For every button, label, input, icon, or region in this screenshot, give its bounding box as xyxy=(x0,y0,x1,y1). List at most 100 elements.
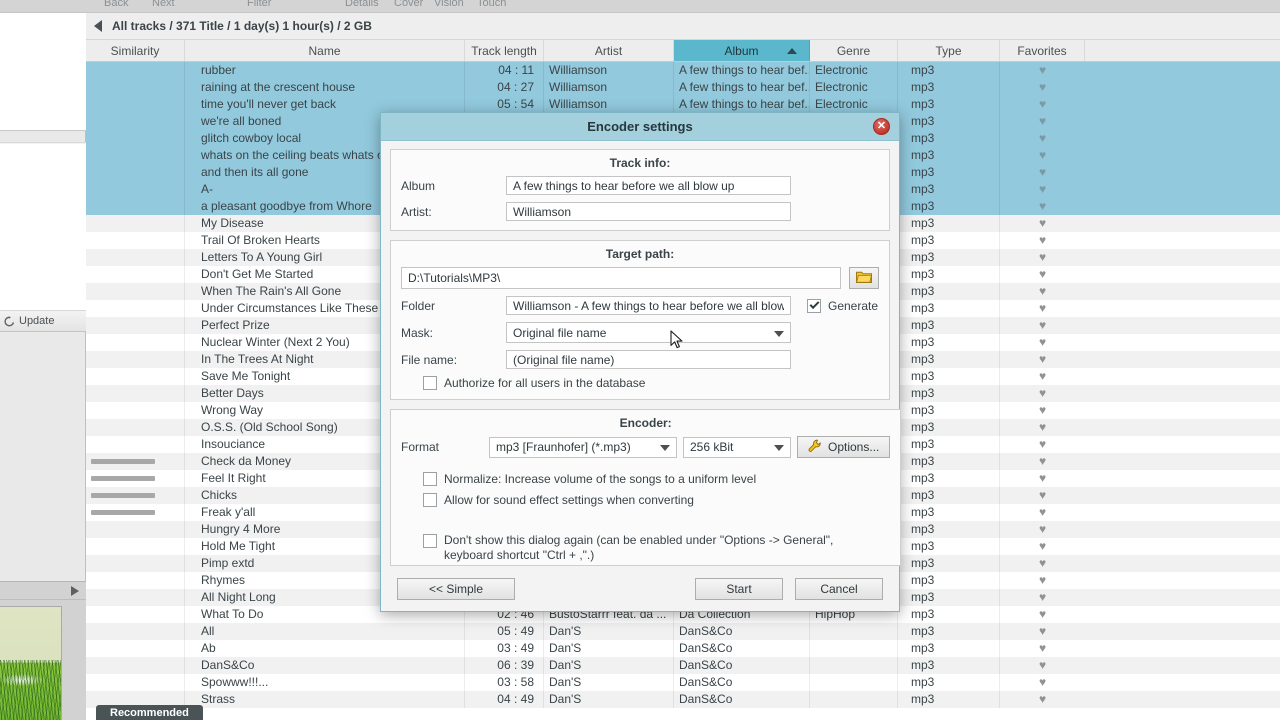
generate-checkbox[interactable] xyxy=(807,298,821,313)
cell-favorites[interactable]: ♥ xyxy=(1000,334,1085,351)
album-input[interactable] xyxy=(506,176,791,195)
mask-select[interactable]: Original file name xyxy=(506,322,791,343)
normalize-checkbox[interactable] xyxy=(423,472,437,486)
column-header-genre[interactable]: Genre xyxy=(810,40,898,61)
heart-icon[interactable]: ♥ xyxy=(1039,165,1046,179)
cell-favorites[interactable]: ♥ xyxy=(1000,164,1085,181)
cell-favorites[interactable]: ♥ xyxy=(1000,436,1085,453)
heart-icon[interactable]: ♥ xyxy=(1039,522,1046,536)
column-header-album[interactable]: Album xyxy=(674,40,810,61)
cell-favorites[interactable]: ♥ xyxy=(1000,674,1085,691)
table-row[interactable]: Ab 03 : 49 Dan'S DanS&Co mp3 ♥ xyxy=(86,640,1280,657)
heart-icon[interactable]: ♥ xyxy=(1039,607,1046,621)
cell-favorites[interactable]: ♥ xyxy=(1000,419,1085,436)
table-row[interactable]: All 05 : 49 Dan'S DanS&Co mp3 ♥ xyxy=(86,623,1280,640)
heart-icon[interactable]: ♥ xyxy=(1039,97,1046,111)
heart-icon[interactable]: ♥ xyxy=(1039,63,1046,77)
heart-icon[interactable]: ♥ xyxy=(1039,250,1046,264)
heart-icon[interactable]: ♥ xyxy=(1039,386,1046,400)
column-header-type[interactable]: Type xyxy=(898,40,1000,61)
heart-icon[interactable]: ♥ xyxy=(1039,284,1046,298)
heart-icon[interactable]: ♥ xyxy=(1039,488,1046,502)
cell-favorites[interactable]: ♥ xyxy=(1000,487,1085,504)
browse-folder-button[interactable] xyxy=(849,267,879,289)
cell-favorites[interactable]: ♥ xyxy=(1000,470,1085,487)
update-button-2[interactable]: Update xyxy=(0,310,86,332)
table-row[interactable]: Spowww!!!... 03 : 58 Dan'S DanS&Co mp3 ♥ xyxy=(86,674,1280,691)
table-row[interactable]: rubber 04 : 11 Williamson A few things to h… xyxy=(86,62,1280,79)
cell-favorites[interactable]: ♥ xyxy=(1000,589,1085,606)
toolbar-item-next[interactable]: Next xyxy=(152,0,175,9)
cell-favorites[interactable]: ♥ xyxy=(1000,640,1085,657)
cell-favorites[interactable]: ♥ xyxy=(1000,283,1085,300)
close-icon[interactable]: ✕ xyxy=(873,118,890,135)
heart-icon[interactable]: ♥ xyxy=(1039,267,1046,281)
heart-icon[interactable]: ♥ xyxy=(1039,131,1046,145)
start-button[interactable]: Start xyxy=(695,578,783,600)
cancel-button[interactable]: Cancel xyxy=(795,578,883,600)
cell-favorites[interactable]: ♥ xyxy=(1000,521,1085,538)
file-name-input[interactable] xyxy=(506,350,791,369)
heart-icon[interactable]: ♥ xyxy=(1039,692,1046,706)
heart-icon[interactable]: ♥ xyxy=(1039,318,1046,332)
format-select[interactable]: mp3 [Fraunhofer] (*.mp3) xyxy=(489,436,677,458)
heart-icon[interactable]: ♥ xyxy=(1039,182,1046,196)
heart-icon[interactable]: ♥ xyxy=(1039,624,1046,638)
cell-favorites[interactable]: ♥ xyxy=(1000,130,1085,147)
heart-icon[interactable]: ♥ xyxy=(1039,471,1046,485)
column-header-artist[interactable]: Artist xyxy=(544,40,674,61)
heart-icon[interactable]: ♥ xyxy=(1039,148,1046,162)
toolbar-item-cover[interactable]: Cover xyxy=(394,0,423,9)
cell-favorites[interactable]: ♥ xyxy=(1000,351,1085,368)
play-triangle-icon[interactable] xyxy=(71,586,79,596)
cell-favorites[interactable]: ♥ xyxy=(1000,215,1085,232)
table-row[interactable]: DanS&Co 06 : 39 Dan'S DanS&Co mp3 ♥ xyxy=(86,657,1280,674)
column-header-name[interactable]: Name xyxy=(185,40,465,61)
heart-icon[interactable]: ♥ xyxy=(1039,301,1046,315)
heart-icon[interactable]: ♥ xyxy=(1039,675,1046,689)
heart-icon[interactable]: ♥ xyxy=(1039,233,1046,247)
cell-favorites[interactable]: ♥ xyxy=(1000,623,1085,640)
cell-favorites[interactable]: ♥ xyxy=(1000,606,1085,623)
heart-icon[interactable]: ♥ xyxy=(1039,641,1046,655)
cell-favorites[interactable]: ♥ xyxy=(1000,572,1085,589)
toolbar-item-back[interactable]: Back xyxy=(104,0,128,9)
heart-icon[interactable]: ♥ xyxy=(1039,420,1046,434)
heart-icon[interactable]: ♥ xyxy=(1039,573,1046,587)
simple-button[interactable]: << Simple xyxy=(397,578,515,600)
heart-icon[interactable]: ♥ xyxy=(1039,437,1046,451)
cell-favorites[interactable]: ♥ xyxy=(1000,300,1085,317)
cell-favorites[interactable]: ♥ xyxy=(1000,504,1085,521)
table-row[interactable]: raining at the crescent house 04 : 27 Will… xyxy=(86,79,1280,96)
heart-icon[interactable]: ♥ xyxy=(1039,539,1046,553)
cell-favorites[interactable]: ♥ xyxy=(1000,453,1085,470)
cell-favorites[interactable]: ♥ xyxy=(1000,147,1085,164)
cell-favorites[interactable]: ♥ xyxy=(1000,181,1085,198)
cell-favorites[interactable]: ♥ xyxy=(1000,62,1085,79)
heart-icon[interactable]: ♥ xyxy=(1039,216,1046,230)
recommended-tab[interactable]: Recommended xyxy=(96,705,203,720)
cell-favorites[interactable]: ♥ xyxy=(1000,538,1085,555)
cell-favorites[interactable]: ♥ xyxy=(1000,113,1085,130)
column-header-track_length[interactable]: Track length xyxy=(465,40,544,61)
heart-icon[interactable]: ♥ xyxy=(1039,556,1046,570)
column-header-similarity[interactable]: Similarity xyxy=(86,40,185,61)
folder-input[interactable] xyxy=(506,296,791,315)
cell-favorites[interactable]: ♥ xyxy=(1000,232,1085,249)
heart-icon[interactable]: ♥ xyxy=(1039,590,1046,604)
cell-favorites[interactable]: ♥ xyxy=(1000,385,1085,402)
heart-icon[interactable]: ♥ xyxy=(1039,335,1046,349)
toolbar-item-filter[interactable]: Filter xyxy=(247,0,271,9)
heart-icon[interactable]: ♥ xyxy=(1039,369,1046,383)
album-cover-thumbnail[interactable] xyxy=(0,606,62,720)
toolbar-item-details[interactable]: Details xyxy=(345,0,379,9)
cell-favorites[interactable]: ♥ xyxy=(1000,249,1085,266)
heart-icon[interactable]: ♥ xyxy=(1039,505,1046,519)
cell-favorites[interactable]: ♥ xyxy=(1000,79,1085,96)
cell-favorites[interactable]: ♥ xyxy=(1000,555,1085,572)
cell-favorites[interactable]: ♥ xyxy=(1000,402,1085,419)
cell-favorites[interactable]: ♥ xyxy=(1000,368,1085,385)
artist-input[interactable] xyxy=(506,202,791,221)
back-arrow-icon[interactable] xyxy=(94,20,102,32)
cell-favorites[interactable]: ♥ xyxy=(1000,198,1085,215)
